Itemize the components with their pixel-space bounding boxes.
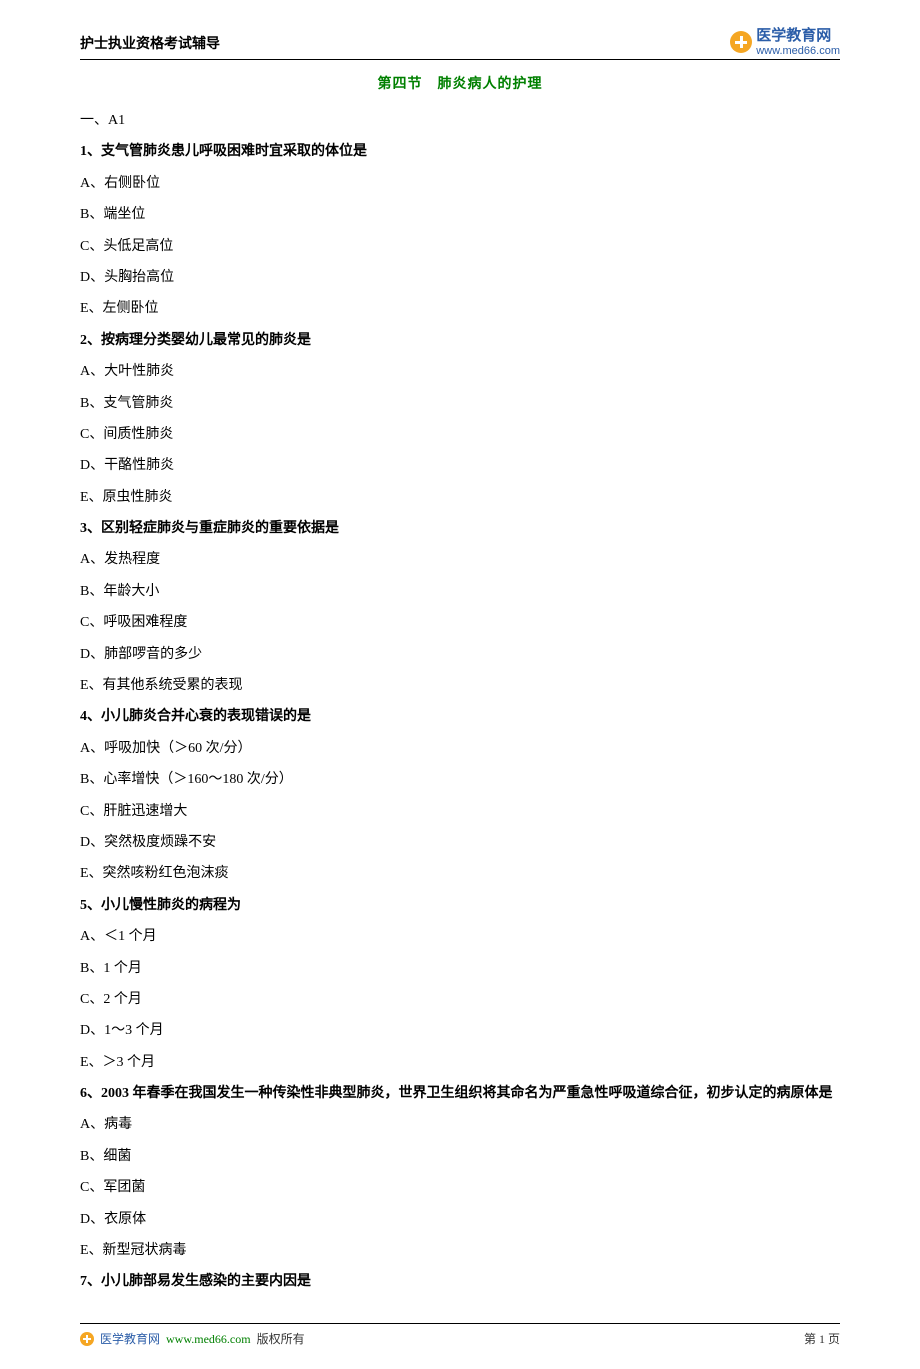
question-option: E、突然咳粉红色泡沫痰 — [80, 863, 840, 885]
question-option: D、突然极度烦躁不安 — [80, 832, 840, 854]
question-stem: 4、小儿肺炎合并心衰的表现错误的是 — [80, 706, 840, 728]
footer-left: 医学教育网 www.med66.com 版权所有 — [80, 1330, 305, 1349]
category-label: 一、A1 — [80, 110, 840, 132]
footer-url: www.med66.com — [166, 1330, 251, 1349]
question-option: B、1 个月 — [80, 958, 840, 980]
question-option: C、呼吸困难程度 — [80, 612, 840, 634]
question-option: A、呼吸加快（＞60 次/分） — [80, 738, 840, 760]
question-option: E、＞3 个月 — [80, 1052, 840, 1074]
question-option: C、间质性肺炎 — [80, 424, 840, 446]
question-stem: 3、区别轻症肺炎与重症肺炎的重要依据是 — [80, 518, 840, 540]
question-option: D、干酪性肺炎 — [80, 455, 840, 477]
question-option: B、心率增快（＞160～180 次/分） — [80, 769, 840, 791]
document-page: 护士执业资格考试辅导 医学教育网 www.med66.com 第四节 肺炎病人的… — [0, 0, 920, 1369]
logo-text: 医学教育网 www.med66.com — [756, 28, 840, 57]
question-option: A、发热程度 — [80, 549, 840, 571]
header-title: 护士执业资格考试辅导 — [80, 34, 220, 56]
question-option: A、大叶性肺炎 — [80, 361, 840, 383]
logo-cn: 医学教育网 — [756, 28, 840, 45]
section-title: 第四节 肺炎病人的护理 — [80, 74, 840, 96]
question-option: E、有其他系统受累的表现 — [80, 675, 840, 697]
footer-brand: 医学教育网 — [100, 1330, 160, 1349]
question-option: D、衣原体 — [80, 1209, 840, 1231]
content-body: 一、A1 1、支气管肺炎患儿呼吸困难时宜采取的体位是 A、右侧卧位 B、端坐位 … — [80, 110, 840, 1303]
question-stem: 6、2003 年春季在我国发生一种传染性非典型肺炎，世界卫生组织将其命名为严重急… — [80, 1083, 840, 1105]
page-footer: 医学教育网 www.med66.com 版权所有 第 1 页 — [80, 1323, 840, 1349]
question-option: E、新型冠状病毒 — [80, 1240, 840, 1262]
footer-copyright: 版权所有 — [257, 1330, 305, 1349]
question-option: D、头胸抬高位 — [80, 267, 840, 289]
plus-icon — [80, 1332, 94, 1346]
question-option: A、病毒 — [80, 1114, 840, 1136]
logo-url: www.med66.com — [756, 45, 840, 57]
question-option: B、细菌 — [80, 1146, 840, 1168]
logo: 医学教育网 www.med66.com — [730, 28, 840, 57]
question-option: C、2 个月 — [80, 989, 840, 1011]
question-option: A、右侧卧位 — [80, 173, 840, 195]
question-option: D、1～3 个月 — [80, 1020, 840, 1042]
question-option: E、原虫性肺炎 — [80, 487, 840, 509]
question-option: C、军团菌 — [80, 1177, 840, 1199]
question-option: C、头低足高位 — [80, 236, 840, 258]
plus-icon — [730, 31, 752, 53]
question-stem: 7、小儿肺部易发生感染的主要内因是 — [80, 1271, 840, 1293]
question-option: B、支气管肺炎 — [80, 393, 840, 415]
question-stem: 2、按病理分类婴幼儿最常见的肺炎是 — [80, 330, 840, 352]
question-option: B、年龄大小 — [80, 581, 840, 603]
question-option: A、＜1 个月 — [80, 926, 840, 948]
question-option: D、肺部啰音的多少 — [80, 644, 840, 666]
page-header: 护士执业资格考试辅导 医学教育网 www.med66.com — [80, 28, 840, 60]
question-stem: 1、支气管肺炎患儿呼吸困难时宜采取的体位是 — [80, 141, 840, 163]
question-option: C、肝脏迅速增大 — [80, 801, 840, 823]
question-stem: 5、小儿慢性肺炎的病程为 — [80, 895, 840, 917]
page-number: 第 1 页 — [804, 1330, 840, 1349]
question-option: B、端坐位 — [80, 204, 840, 226]
question-option: E、左侧卧位 — [80, 298, 840, 320]
